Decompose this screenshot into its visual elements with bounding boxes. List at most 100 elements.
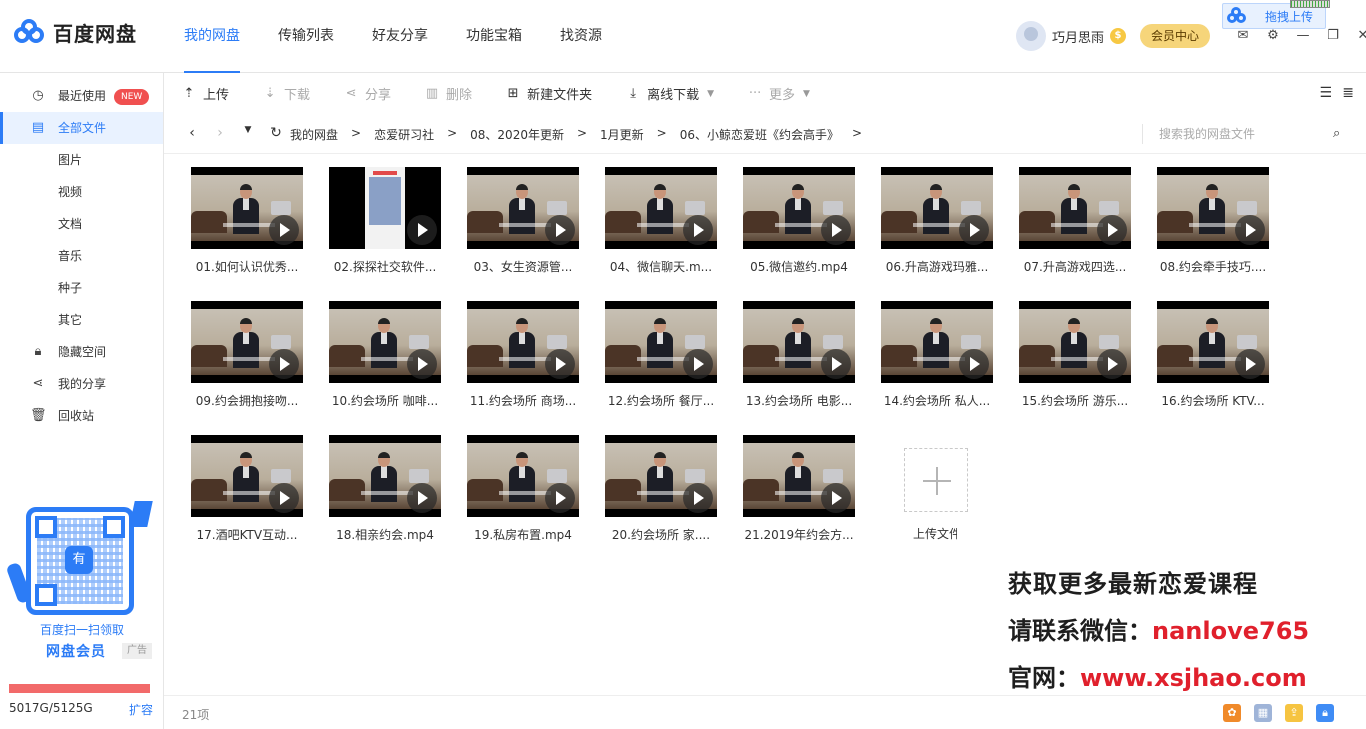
- list-view-icon[interactable]: ≣: [1342, 85, 1354, 101]
- play-icon[interactable]: [1235, 215, 1265, 245]
- nav-transfer-list[interactable]: 传输列表: [278, 25, 334, 73]
- sidebar-item-recent[interactable]: ◷ 最近使用 NEW: [0, 80, 163, 112]
- upload-file-tile[interactable]: [904, 448, 968, 512]
- search-input[interactable]: [1159, 124, 1319, 144]
- back-arrow-icon[interactable]: ‹: [180, 125, 204, 141]
- file-name[interactable]: 07.升高游戏四选...: [1019, 258, 1131, 275]
- file-item[interactable]: 08.约会牵手技巧....: [1157, 167, 1269, 281]
- video-thumbnail[interactable]: [1157, 301, 1269, 383]
- drag-handle-icon[interactable]: [1290, 0, 1330, 8]
- file-name[interactable]: 12.约会场所 餐厅...: [605, 392, 717, 409]
- file-item[interactable]: 02.探探社交软件...: [329, 167, 441, 281]
- sidebar-item-my-shares[interactable]: ⋖ 我的分享: [0, 368, 163, 400]
- file-item[interactable]: 10.约会场所 咖啡...: [329, 301, 441, 415]
- file-item[interactable]: 19.私房布置.mp4: [467, 435, 579, 549]
- upload-file-label[interactable]: 上传文件: [913, 525, 957, 542]
- mail-icon[interactable]: ✉: [1232, 28, 1254, 44]
- file-name[interactable]: 20.约会场所 家....: [605, 526, 717, 543]
- file-item[interactable]: 05.微信邀约.mp4: [743, 167, 855, 281]
- chevron-down-icon[interactable]: ▼: [707, 89, 714, 99]
- play-icon[interactable]: [821, 349, 851, 379]
- play-icon[interactable]: [683, 349, 713, 379]
- file-item[interactable]: 07.升高游戏四选...: [1019, 167, 1131, 281]
- sidebar-item-hidden-space[interactable]: 🔒︎ 隐藏空间: [0, 336, 163, 368]
- file-name[interactable]: 11.约会场所 商场...: [467, 392, 579, 409]
- play-icon[interactable]: [683, 483, 713, 513]
- play-icon[interactable]: [959, 215, 989, 245]
- nav-friend-share[interactable]: 好友分享: [372, 25, 428, 73]
- vip-qr-ad[interactable]: 有 百度扫一扫领取 网盘会员 广告: [5, 501, 156, 663]
- sidebar-item-all-files[interactable]: ▤ 全部文件: [0, 112, 163, 144]
- settings-gear-icon[interactable]: ⚙: [1262, 28, 1284, 44]
- username[interactable]: 巧月思雨: [1052, 27, 1104, 46]
- file-name[interactable]: 09.约会拥抱接吻...: [191, 392, 303, 409]
- minimize-icon[interactable]: —: [1292, 28, 1314, 44]
- download-button[interactable]: ⇣ 下载: [262, 84, 310, 103]
- share-button[interactable]: ⋖ 分享: [343, 84, 391, 103]
- file-item[interactable]: 17.酒吧KTV互动...: [191, 435, 303, 549]
- file-name[interactable]: 10.约会场所 咖啡...: [329, 392, 441, 409]
- file-item[interactable]: 21.2019年约会方...: [743, 435, 855, 549]
- video-thumbnail[interactable]: [605, 167, 717, 249]
- file-item[interactable]: 14.约会场所 私人...: [881, 301, 993, 415]
- forward-arrow-icon[interactable]: ›: [208, 125, 232, 141]
- play-icon[interactable]: [1097, 215, 1127, 245]
- file-name[interactable]: 18.相亲约会.mp4: [329, 526, 441, 543]
- video-thumbnail[interactable]: [191, 167, 303, 249]
- video-thumbnail[interactable]: [881, 167, 993, 249]
- play-icon[interactable]: [545, 215, 575, 245]
- file-item[interactable]: 20.约会场所 家....: [605, 435, 717, 549]
- nav-my-disk[interactable]: 我的网盘: [184, 25, 240, 73]
- file-item[interactable]: 15.约会场所 游乐...: [1019, 301, 1131, 415]
- breadcrumb-item[interactable]: 08、2020年更新: [470, 126, 564, 143]
- file-item[interactable]: 04、微信聊天.m...: [605, 167, 717, 281]
- video-thumbnail[interactable]: [329, 435, 441, 517]
- sidebar-item-music[interactable]: 音乐: [0, 240, 163, 272]
- video-thumbnail[interactable]: [881, 301, 993, 383]
- file-item[interactable]: 03、女生资源管...: [467, 167, 579, 281]
- video-thumbnail[interactable]: [467, 301, 579, 383]
- sort-icon[interactable]: ☰: [1319, 85, 1332, 101]
- sidebar-item-documents[interactable]: 文档: [0, 208, 163, 240]
- new-folder-button[interactable]: ⊞ 新建文件夹: [505, 84, 592, 103]
- video-thumbnail[interactable]: [329, 301, 441, 383]
- video-thumbnail[interactable]: [605, 435, 717, 517]
- play-icon[interactable]: [269, 349, 299, 379]
- file-name[interactable]: 13.约会场所 电影...: [743, 392, 855, 409]
- file-name[interactable]: 02.探探社交软件...: [329, 258, 441, 275]
- search-icon[interactable]: ⌕: [1333, 126, 1340, 141]
- vip-center-button[interactable]: 会员中心: [1140, 24, 1210, 48]
- play-icon[interactable]: [269, 483, 299, 513]
- delete-button[interactable]: ▥ 删除: [424, 84, 472, 103]
- video-thumbnail[interactable]: [329, 167, 441, 249]
- offline-download-button[interactable]: ⤓ 离线下载 ▼: [625, 84, 714, 103]
- video-thumbnail[interactable]: [191, 435, 303, 517]
- logo[interactable]: 百度网盘: [14, 18, 137, 47]
- file-name[interactable]: 17.酒吧KTV互动...: [191, 526, 303, 543]
- play-icon[interactable]: [821, 483, 851, 513]
- transfer-icon[interactable]: ⇪: [1285, 704, 1303, 722]
- video-thumbnail[interactable]: [743, 167, 855, 249]
- file-name[interactable]: 01.如何认识优秀...: [191, 258, 303, 275]
- file-item[interactable]: 09.约会拥抱接吻...: [191, 301, 303, 415]
- expand-storage-link[interactable]: 扩容: [129, 701, 153, 718]
- file-item[interactable]: 01.如何认识优秀...: [191, 167, 303, 281]
- breadcrumb-item[interactable]: 恋爱研习社: [374, 126, 434, 143]
- sidebar-item-torrents[interactable]: 种子: [0, 272, 163, 304]
- lock-icon[interactable]: 🔒︎: [1316, 704, 1334, 722]
- video-thumbnail[interactable]: [743, 435, 855, 517]
- play-icon[interactable]: [683, 215, 713, 245]
- file-name[interactable]: 04、微信聊天.m...: [605, 258, 717, 275]
- close-icon[interactable]: ✕: [1352, 28, 1366, 44]
- apps-grid-icon[interactable]: ▦: [1254, 704, 1272, 722]
- file-name[interactable]: 05.微信邀约.mp4: [743, 258, 855, 275]
- history-dropdown-icon[interactable]: ▼: [236, 125, 260, 141]
- video-thumbnail[interactable]: [191, 301, 303, 383]
- play-icon[interactable]: [269, 215, 299, 245]
- file-item[interactable]: 16.约会场所 KTV...: [1157, 301, 1269, 415]
- file-name[interactable]: 16.约会场所 KTV...: [1157, 392, 1269, 409]
- video-thumbnail[interactable]: [467, 435, 579, 517]
- play-icon[interactable]: [407, 349, 437, 379]
- file-name[interactable]: 03、女生资源管...: [467, 258, 579, 275]
- video-thumbnail[interactable]: [743, 301, 855, 383]
